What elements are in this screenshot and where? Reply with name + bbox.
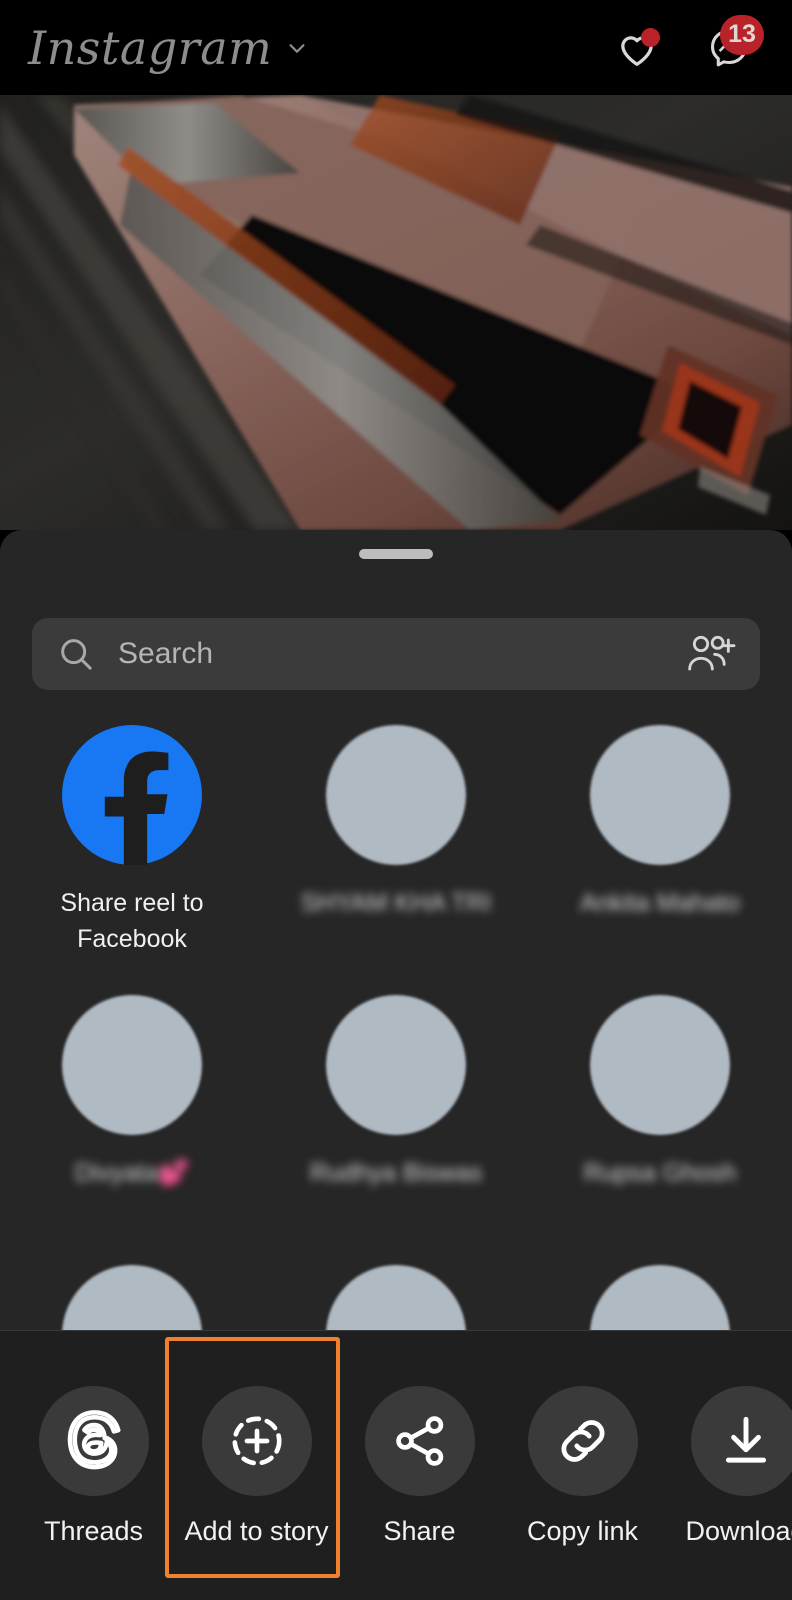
app-header: Instagram 13 (0, 0, 792, 95)
avatar (590, 725, 730, 865)
share-action-bar: Threads Add to story Share Copy link Dow… (0, 1330, 792, 1600)
contact-item[interactable]: Rupsa Ghosh (528, 995, 792, 1191)
messages-badge: 13 (720, 14, 764, 55)
instagram-logo-group[interactable]: Instagram (28, 25, 308, 71)
link-icon (527, 1385, 638, 1496)
share-sheet: Share reel to Facebook SHYAM KHA TRI Ank… (0, 530, 792, 1600)
facebook-f-glyph (104, 751, 169, 865)
search-input[interactable] (118, 637, 686, 671)
instagram-share-sheet-screen: Instagram 13 Search Share reel to Facebo… (0, 0, 792, 1600)
contact-item[interactable]: SHYAM KHA TRI (264, 725, 528, 921)
avatar (326, 725, 466, 865)
contact-share-to-facebook[interactable]: Share reel to Facebook (0, 725, 264, 958)
contact-item[interactable]: Divyata💕 (0, 995, 264, 1191)
share-nodes-icon (364, 1385, 475, 1496)
search-icon (56, 634, 96, 674)
action-label: Threads (43, 1515, 144, 1546)
contact-item[interactable]: Ankita Mahato (528, 725, 792, 921)
contact-name-text: Divyata (74, 1159, 159, 1187)
action-download[interactable]: Download (664, 1385, 792, 1547)
action-label: Download (685, 1515, 792, 1546)
notifications-button[interactable] (610, 21, 664, 75)
messages-button[interactable]: 13 (702, 14, 764, 75)
action-label: Copy link (526, 1515, 639, 1546)
contact-item[interactable]: Rudhya Biswas (264, 995, 528, 1191)
action-copy-link[interactable]: Copy link (501, 1385, 664, 1547)
share-action-list: Threads Add to story Share Copy link Dow… (0, 1331, 792, 1600)
search-bar[interactable] (32, 618, 760, 690)
contact-name: Divyata💕 (17, 1155, 247, 1191)
action-add-to-story[interactable]: Add to story (175, 1385, 338, 1547)
contact-name: SHYAM KHA TRI (300, 889, 492, 917)
facebook-icon (62, 725, 202, 865)
threads-icon (38, 1385, 149, 1496)
sheet-drag-handle[interactable] (359, 549, 433, 559)
reel-frame-image (0, 95, 792, 530)
contact-name: Share reel to Facebook (60, 889, 204, 954)
action-share[interactable]: Share (338, 1385, 501, 1547)
heart-emoji: 💕 (158, 1159, 190, 1187)
avatar (590, 995, 730, 1135)
contact-name: Rupsa Ghosh (583, 1159, 737, 1187)
contact-name: Rudhya Biswas (309, 1159, 483, 1187)
notification-dot (641, 27, 660, 47)
add-people-icon[interactable] (686, 632, 736, 676)
chevron-down-icon[interactable] (286, 37, 308, 59)
instagram-wordmark: Instagram (28, 20, 273, 75)
action-threads[interactable]: Threads (12, 1385, 175, 1547)
contact-name: Ankita Mahato (580, 889, 740, 917)
download-icon (690, 1385, 792, 1496)
header-actions: 13 (610, 14, 764, 75)
add-to-story-icon (201, 1385, 312, 1496)
action-label: Add to story (184, 1515, 329, 1546)
action-label: Share (383, 1515, 456, 1546)
reel-video[interactable] (0, 95, 792, 530)
avatar (62, 995, 202, 1135)
avatar (326, 995, 466, 1135)
